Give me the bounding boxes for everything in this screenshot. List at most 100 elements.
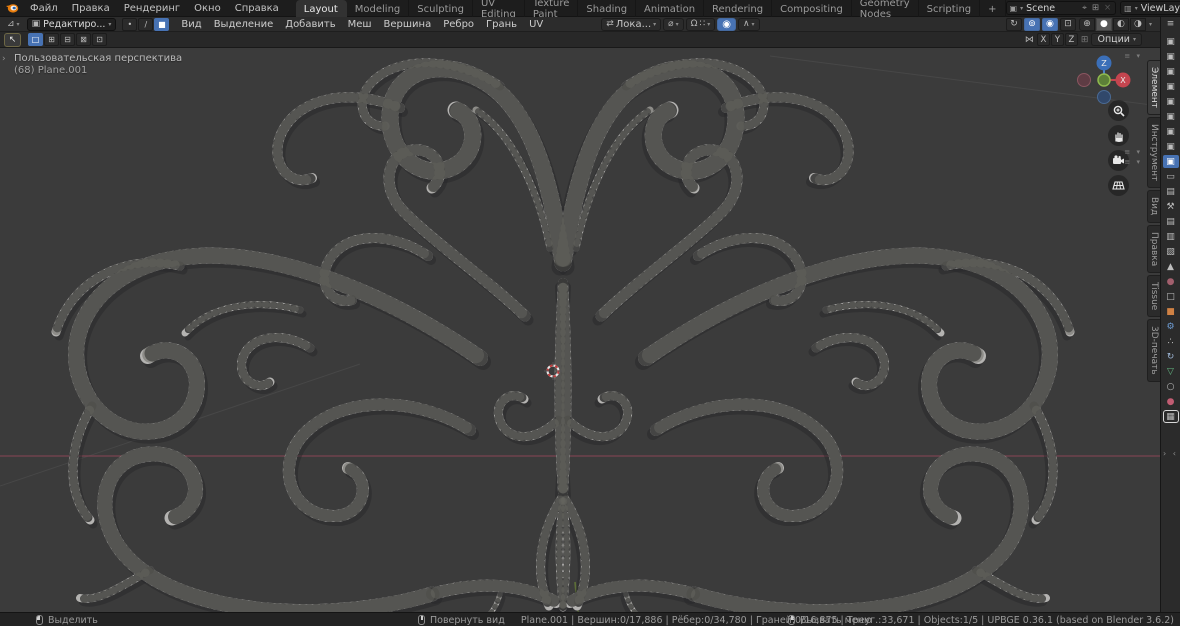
select-set-icon[interactable]: □ <box>28 33 43 46</box>
select-subtract-icon[interactable]: ⊟ <box>60 33 75 46</box>
shading-wireframe-icon[interactable]: ⊕ <box>1078 17 1095 31</box>
viewport-menu-item[interactable]: Грань <box>480 18 523 31</box>
sidebar-tab[interactable]: Правка <box>1147 224 1160 273</box>
pivot-dropdown[interactable]: ⌀ ▾ <box>663 17 684 31</box>
workspace-tab[interactable]: Animation <box>636 0 705 17</box>
texture-icon[interactable]: ▦ <box>1162 410 1179 423</box>
workspace-tab[interactable]: UV Editing <box>473 0 525 20</box>
viewport-menu-item[interactable]: Ребро <box>437 18 480 31</box>
workspace-tab[interactable]: Geometry Nodes <box>852 0 919 20</box>
object-data-icon[interactable]: ▽ <box>1163 365 1179 378</box>
pin-icon[interactable]: ⌖ <box>1081 3 1088 13</box>
viewport-menu-item[interactable]: Вид <box>175 18 207 31</box>
viewport-menu-item[interactable]: Добавить <box>279 18 341 31</box>
camera-icon[interactable]: ▣ <box>1163 95 1179 108</box>
new-scene-icon[interactable]: ⊞ <box>1091 3 1100 13</box>
proportional-edit-toggle[interactable]: ◉ <box>717 17 736 31</box>
falloff-dropdown[interactable]: ∧ ▾ <box>737 17 760 31</box>
show-gizmos-icon[interactable]: ↻ <box>1005 17 1022 31</box>
workspace-tab[interactable]: Modeling <box>347 0 410 17</box>
camera-icon[interactable]: ▣ <box>1163 110 1179 123</box>
render-preview-icon[interactable]: ⊡ <box>1059 17 1076 31</box>
region-resize-arrows[interactable]: › ‹ <box>1163 449 1178 458</box>
workspace-tab[interactable]: Sculpting <box>409 0 473 17</box>
sidebar-tab[interactable]: Вид <box>1147 190 1160 223</box>
mode-selector[interactable]: ▣ Редактиро... ▾ <box>26 17 117 31</box>
screen-display-icon[interactable]: ▣ <box>1162 155 1179 168</box>
collection-icon[interactable]: □ <box>1163 290 1179 303</box>
select-difference-icon[interactable]: ⊠ <box>76 33 91 46</box>
vertex-select-icon[interactable]: • <box>122 17 138 31</box>
select-extend-icon[interactable]: ⊞ <box>44 33 59 46</box>
topbar-menu-item[interactable]: Рендеринг <box>117 2 187 15</box>
scene-selector[interactable]: ▣ ▾ Scene ⌖ ⊞ × <box>1005 1 1117 15</box>
filter-icon[interactable]: ≡ <box>1167 19 1175 29</box>
sidebar-tab[interactable]: 3D-печать <box>1147 319 1160 382</box>
camera-icon[interactable]: ▣ <box>1163 140 1179 153</box>
panel-collapse-icon[interactable]: ≡ ▾ <box>1124 52 1142 60</box>
topbar-menu-item[interactable]: Файл <box>23 2 65 15</box>
topbar-menu-item[interactable]: Окно <box>187 2 228 15</box>
scene-icon[interactable]: ▲ <box>1163 260 1179 273</box>
particles-icon[interactable]: ∴ <box>1163 335 1179 348</box>
mirror-axis-button[interactable]: Z <box>1064 33 1078 46</box>
snap-toggle[interactable]: Ω ∷ ▾ <box>685 17 716 31</box>
snap-grid-icon[interactable]: ⊞ <box>1081 35 1089 45</box>
render-result-icon[interactable]: ▤ <box>1163 185 1179 198</box>
object-icon[interactable]: ■ <box>1163 305 1179 318</box>
show-overlays-icon[interactable]: ⊚ <box>1023 17 1040 31</box>
topbar-menu-item[interactable]: Правка <box>65 2 117 15</box>
3d-viewport[interactable]: › Пользовательская перспектива (68) Plan… <box>0 48 1160 612</box>
close-icon[interactable]: × <box>1103 3 1112 13</box>
view-layer-icon[interactable]: ▥ <box>1163 230 1179 243</box>
physics-icon[interactable]: ↻ <box>1163 350 1179 363</box>
active-tool-button[interactable]: ↖ <box>4 32 21 47</box>
ortho-toggle-button[interactable] <box>1108 175 1129 196</box>
shading-solid-icon[interactable]: ● <box>1095 17 1112 31</box>
mirror-axis-button[interactable]: Y <box>1050 33 1064 46</box>
edge-select-icon[interactable]: / <box>138 17 154 31</box>
xray-toggle-icon[interactable]: ◉ <box>1041 17 1058 31</box>
world-icon[interactable]: ● <box>1163 275 1179 288</box>
options-dropdown[interactable]: Опции ▾ <box>1091 33 1142 46</box>
editor-type-button[interactable]: ⊿ ▾ <box>4 19 23 29</box>
sidebar-tab[interactable]: Tissue <box>1147 274 1160 318</box>
mirror-axis-button[interactable]: X <box>1036 33 1050 46</box>
viewport-menu-item[interactable]: Меш <box>342 18 378 31</box>
viewport-menu-item[interactable]: Выделение <box>208 18 280 31</box>
constraints-icon[interactable]: ○ <box>1163 380 1179 393</box>
viewlayer-selector[interactable]: ▥ ▾ ViewLayer ⊞ × <box>1120 1 1180 15</box>
workspace-tab[interactable]: Rendering <box>704 0 773 17</box>
workspace-tab[interactable]: Shading <box>578 0 637 17</box>
panel-collapse-icon[interactable]: ≡ ▾ <box>1124 148 1142 156</box>
workspace-tab[interactable]: + <box>980 0 1006 17</box>
shading-rendered-icon[interactable]: ◑ <box>1129 17 1146 31</box>
workspace-tab[interactable]: Layout <box>295 0 347 17</box>
topbar-menu-item[interactable]: Справка <box>228 2 286 15</box>
sidebar-tab[interactable]: Элемент <box>1147 60 1160 116</box>
output-icon[interactable]: ▤ <box>1163 215 1179 228</box>
sidebar-tab[interactable]: Инструмент <box>1147 117 1160 189</box>
camera-icon[interactable]: ▣ <box>1163 80 1179 93</box>
image-icon[interactable]: ▨ <box>1163 245 1179 258</box>
orientation-dropdown[interactable]: ⇄ Лока... ▾ <box>601 17 662 31</box>
workspace-tab[interactable]: Texture Paint <box>525 0 579 20</box>
shading-material-icon[interactable]: ◐ <box>1112 17 1129 31</box>
panel-collapse-icon[interactable]: ≡ ▾ <box>1124 158 1142 166</box>
workspace-tab[interactable]: Compositing <box>772 0 852 17</box>
viewport-menu-item[interactable]: Вершина <box>378 18 438 31</box>
tool-icon[interactable]: ⚒ <box>1163 200 1179 213</box>
viewport-menu-item[interactable]: UV <box>523 18 549 31</box>
camera-icon[interactable]: ▣ <box>1163 50 1179 63</box>
camera-icon[interactable]: ▣ <box>1163 35 1179 48</box>
shading-dropdown-icon[interactable]: ▾ <box>1149 21 1152 28</box>
camera-outline-icon[interactable]: ▭ <box>1163 170 1179 183</box>
workspace-tab[interactable]: Scripting <box>919 0 981 17</box>
toolbar-expand-icon[interactable]: › <box>2 54 6 64</box>
face-select-icon[interactable]: ■ <box>154 17 170 31</box>
select-intersect-icon[interactable]: ⊡ <box>92 33 107 46</box>
modifiers-icon[interactable]: ⚙ <box>1163 320 1179 333</box>
camera-icon[interactable]: ▣ <box>1163 65 1179 78</box>
material-icon[interactable]: ● <box>1163 395 1179 408</box>
camera-icon[interactable]: ▣ <box>1163 125 1179 138</box>
